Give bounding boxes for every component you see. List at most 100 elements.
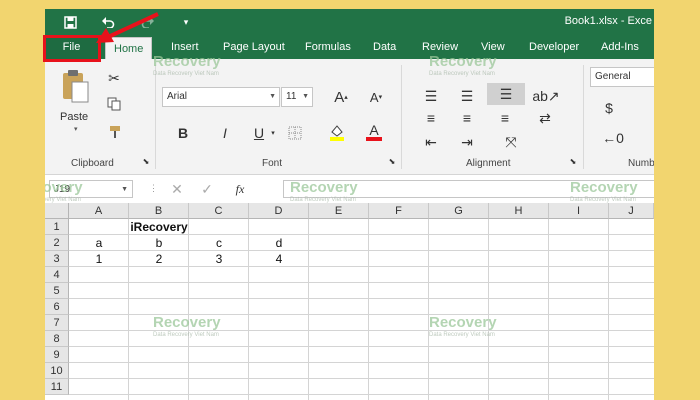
font-color-glyph: A [369,122,379,138]
alignment-group-label: Alignment [466,158,511,169]
formula-input[interactable] [283,180,654,198]
accounting-format-icon[interactable]: $ [598,99,620,117]
column-header-c[interactable]: C [189,203,249,219]
grow-font-icon[interactable]: A ▴ [330,87,352,107]
cell-b3[interactable]: 2 [129,251,189,267]
font-name-select[interactable]: Arial ▼ [162,87,280,107]
number-format-select[interactable]: General [590,67,654,87]
tab-developer[interactable]: Developer [529,35,579,59]
copy-icon[interactable] [105,95,123,113]
row-header-9[interactable]: 9 [45,347,69,363]
column-header-h[interactable]: H [489,203,549,219]
font-name-value: Arial [167,91,188,102]
select-all-corner[interactable] [45,203,69,219]
divider [583,65,584,169]
row-header-3[interactable]: 3 [45,251,69,267]
column-header-d[interactable]: D [249,203,309,219]
cell-a2[interactable]: a [69,235,129,251]
name-box-value: J19 [54,184,71,195]
row-header-5[interactable]: 5 [45,283,69,299]
number-format-value: General [595,71,631,82]
cell-b2[interactable]: b [129,235,189,251]
tab-page-layout[interactable]: Page Layout [223,35,285,59]
row-header-6[interactable]: 6 [45,299,69,315]
font-launcher-icon[interactable]: ⬊ [387,155,397,167]
borders-icon[interactable] [285,123,305,143]
column-header-e[interactable]: E [309,203,369,219]
cell-a3[interactable]: 1 [69,251,129,267]
row-header-2[interactable]: 2 [45,235,69,251]
font-group-label: Font [262,158,283,169]
cell-b1[interactable]: iRecovery [129,219,189,235]
decimal-icon[interactable]: ←0 [602,129,624,147]
row-header-11[interactable]: 11 [45,379,69,395]
cell-d3[interactable]: 4 [249,251,309,267]
bold-button[interactable]: B [173,123,193,143]
paste-icon[interactable] [59,67,91,105]
chevron-down-icon: ▼ [269,93,276,100]
format-painter-icon[interactable] [106,123,124,141]
window-title: Book1.xlsx - Exce [564,15,652,27]
number-group-label: Numb [628,158,654,169]
align-top-icon[interactable]: ☰ [421,87,441,105]
arrow-annotation-icon [96,12,159,43]
row-header-1[interactable]: 1 [45,219,69,235]
enter-icon[interactable]: ✓ [198,181,216,197]
tab-insert[interactable]: Insert [171,35,199,59]
tab-view[interactable]: View [481,35,505,59]
name-box[interactable]: J19 ▼ [49,180,133,198]
row-header-7[interactable]: 7 [45,315,69,331]
paste-label[interactable]: Paste [60,111,88,123]
chevron-down-icon: ▼ [121,186,128,193]
cell-c3[interactable]: 3 [189,251,249,267]
chevron-down-icon[interactable]: ▾ [269,125,277,141]
column-header-j[interactable]: J [609,203,654,219]
align-right-icon[interactable]: ≡ [495,109,515,127]
tab-formulas[interactable]: Formulas [305,35,351,59]
clipboard-launcher-icon[interactable]: ⬊ [141,155,151,167]
formula-bar: J19 ▼ ⋮ ✕ ✓ fx [45,175,654,204]
tab-add-ins[interactable]: Add-Ins [601,35,639,59]
fill-color-icon[interactable] [326,121,348,143]
font-size-value: 11 [286,91,297,102]
increase-indent-icon[interactable]: ⇥ [457,133,477,151]
orientation-icon[interactable]: ab↗ [532,87,559,105]
row-header-10[interactable]: 10 [45,363,69,379]
wrap-text-icon[interactable]: ⇄ [533,109,557,127]
excel-window: ▾ Book1.xlsx - Exce File Home Insert Pag… [45,9,654,400]
font-color-icon[interactable]: A [363,121,385,143]
font-size-select[interactable]: 11 ▼ [281,87,313,107]
align-center-icon[interactable]: ≡ [457,109,477,127]
align-middle-icon[interactable]: ☰ [457,87,477,105]
cell-area[interactable]: iRecovery a b c d 1 2 3 4 [69,219,654,400]
save-icon[interactable] [59,12,81,32]
tab-data[interactable]: Data [373,35,396,59]
align-left-icon[interactable]: ≡ [421,109,441,127]
ribbon: Paste ▾ ✂ Clipboard ⬊ Arial ▼ 11 ▼ A ▴ A ▾ B… [45,59,654,175]
italic-button[interactable]: I [215,123,235,143]
column-header-b[interactable]: B [129,203,189,219]
clipboard-group-label: Clipboard [71,158,114,169]
decrease-indent-icon[interactable]: ⇤ [421,133,441,151]
cut-icon[interactable]: ✂ [105,69,123,87]
alignment-launcher-icon[interactable]: ⬊ [568,155,578,167]
cell-d2[interactable]: d [249,235,309,251]
align-bottom-icon[interactable]: ☰ [487,83,525,105]
column-header-f[interactable]: F [369,203,429,219]
underline-button[interactable]: U [249,123,269,143]
cancel-icon[interactable]: ✕ [168,181,186,197]
merge-center-icon[interactable]: ⤧ [499,133,523,151]
customize-qat-icon[interactable]: ▾ [175,12,197,32]
shrink-font-icon[interactable]: A ▾ [365,87,387,107]
row-header-4[interactable]: 4 [45,267,69,283]
paste-dropdown-icon[interactable]: ▾ [74,125,78,133]
insert-function-button[interactable]: fx [229,181,251,197]
tab-review[interactable]: Review [422,35,458,59]
column-header-g[interactable]: G [429,203,489,219]
cell-c2[interactable]: c [189,235,249,251]
column-header-a[interactable]: A [69,203,129,219]
row-header-8[interactable]: 8 [45,331,69,347]
font-color-swatch [366,137,382,141]
chevron-down-icon: ▼ [302,93,309,100]
column-header-i[interactable]: I [549,203,609,219]
